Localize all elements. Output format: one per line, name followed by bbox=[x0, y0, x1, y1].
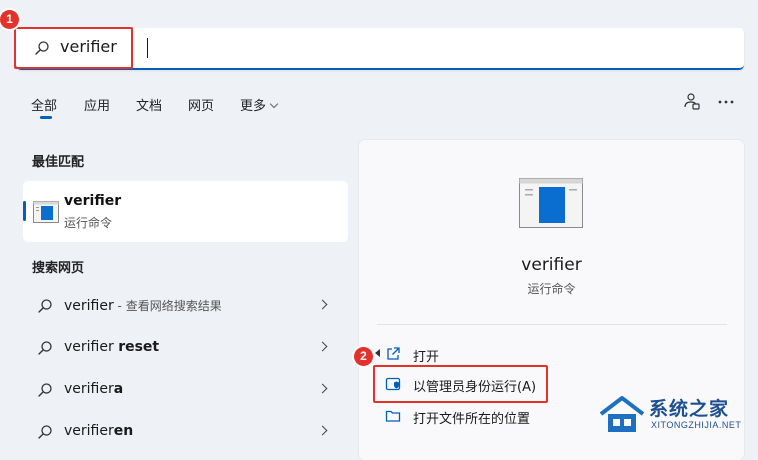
cursor-pointer bbox=[375, 349, 380, 357]
tab-documents[interactable]: 文档 bbox=[136, 95, 162, 114]
web-result-label: verifiera bbox=[64, 381, 123, 397]
tab-web[interactable]: 网页 bbox=[188, 95, 214, 114]
tab-active-indicator bbox=[40, 116, 52, 119]
best-match-subtitle: 运行命令 bbox=[64, 216, 113, 230]
search-icon bbox=[38, 425, 52, 439]
highlight-search bbox=[14, 27, 133, 69]
watermark-title: 系统之家 bbox=[649, 398, 730, 420]
watermark: 系统之家 XITONGZHIJIA.NET bbox=[597, 392, 752, 440]
divider bbox=[377, 324, 727, 325]
web-result-label: verifieren bbox=[64, 423, 133, 439]
result-description: - 查看网络搜索结果 bbox=[113, 299, 222, 313]
query-text: verifier bbox=[64, 339, 119, 355]
detail-title: verifier bbox=[521, 255, 582, 275]
web-result-item[interactable]: verifieren bbox=[23, 412, 348, 452]
web-result-item[interactable]: verifier - 查看网络搜索结果 bbox=[23, 286, 348, 326]
search-icon bbox=[38, 383, 52, 397]
chevron-right-icon bbox=[317, 341, 328, 352]
detail-subtitle: 运行命令 bbox=[527, 282, 576, 296]
selection-indicator bbox=[23, 201, 26, 221]
suggestion-text: en bbox=[113, 423, 134, 439]
chevron-right-icon bbox=[317, 425, 328, 436]
account-switch-icon[interactable] bbox=[682, 92, 702, 112]
web-result-item[interactable]: verifiera bbox=[23, 370, 348, 410]
suggestion-text: reset bbox=[118, 339, 160, 355]
folder-icon bbox=[385, 410, 401, 422]
query-text: verifier bbox=[64, 298, 114, 314]
suggestion-text: a bbox=[113, 381, 124, 397]
app-window-icon bbox=[33, 201, 59, 223]
more-options-icon[interactable] bbox=[716, 92, 736, 112]
open-file-location-label: 打开文件所在的位置 bbox=[413, 412, 531, 427]
tab-apps[interactable]: 应用 bbox=[84, 95, 110, 114]
web-result-label: verifier reset bbox=[64, 339, 159, 355]
best-match-heading: 最佳匹配 bbox=[32, 155, 85, 170]
chevron-down-icon bbox=[269, 99, 279, 109]
house-logo-icon bbox=[599, 396, 645, 432]
watermark-subtitle: XITONGZHIJIA.NET bbox=[651, 420, 742, 430]
tab-more[interactable]: 更多 bbox=[240, 95, 279, 114]
search-icon bbox=[38, 299, 52, 313]
chevron-right-icon bbox=[317, 383, 328, 394]
best-match-item[interactable]: verifier 运行命令 bbox=[23, 181, 348, 242]
best-match-title: verifier bbox=[64, 193, 122, 209]
query-text: verifier bbox=[64, 423, 114, 439]
step-badge-1: 1 bbox=[0, 10, 19, 29]
text-caret bbox=[147, 38, 148, 58]
tab-all[interactable]: 全部 bbox=[31, 95, 57, 114]
open-label: 打开 bbox=[413, 350, 440, 365]
step-badge-2: 2 bbox=[354, 347, 373, 366]
highlight-run-as-admin bbox=[373, 365, 548, 403]
query-text: verifier bbox=[64, 381, 114, 397]
chevron-right-icon bbox=[317, 299, 328, 310]
tab-more-label: 更多 bbox=[240, 99, 267, 114]
web-result-item[interactable]: verifier reset bbox=[23, 328, 348, 368]
web-result-label: verifier - 查看网络搜索结果 bbox=[64, 297, 222, 314]
open-external-icon bbox=[387, 347, 400, 360]
web-search-heading: 搜索网页 bbox=[32, 261, 85, 276]
search-icon bbox=[38, 341, 52, 355]
app-window-icon bbox=[519, 178, 583, 228]
